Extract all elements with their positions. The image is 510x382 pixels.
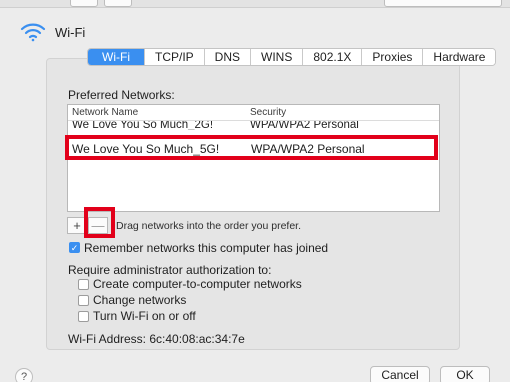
network-security: WPA/WPA2 Personal [250,121,359,130]
help-button[interactable]: ? [15,368,33,382]
toolbar-search[interactable] [384,0,502,7]
create-network-checkbox[interactable] [78,279,89,290]
remember-networks-label[interactable]: Remember networks this computer has join… [84,241,328,255]
network-name: We Love You So Much_2G! [72,121,214,130]
top-toolbar [0,0,510,8]
tab-8021x[interactable]: 802.1X [303,49,363,65]
network-name: We Love You So Much_5G! [72,142,220,156]
page-title: Wi-Fi [55,24,86,40]
create-network-label[interactable]: Create computer-to-computer networks [93,277,302,291]
column-network-name[interactable]: Network Name [72,107,138,118]
wifi-icon [20,23,46,42]
tab-tcpip[interactable]: TCP/IP [144,49,205,65]
tab-proxies[interactable]: Proxies [362,49,424,65]
table-header: Network Name Security [68,105,439,121]
drag-hint-text: Drag networks into the order you prefer. [116,220,302,232]
change-networks-checkbox[interactable] [78,295,89,306]
change-networks-label[interactable]: Change networks [93,293,186,307]
tab-wifi[interactable]: Wi-Fi [88,49,145,65]
network-security: WPA/WPA2 Personal [251,142,365,156]
tab-wins[interactable]: WINS [251,49,304,65]
remember-networks-checkbox[interactable]: ✓ [69,242,80,253]
cancel-button[interactable]: Cancel [370,366,430,382]
wifi-header: Wi-Fi [20,22,85,42]
tab-dns[interactable]: DNS [204,49,251,65]
toolbar-button[interactable] [104,0,132,7]
table-row-selected[interactable]: We Love You So Much_5G! WPA/WPA2 Persona… [65,135,438,160]
wifi-address: Wi-Fi Address: 6c:40:08:ac:34:7e [68,332,245,346]
toolbar-button[interactable] [70,0,98,7]
preferred-networks-label: Preferred Networks: [68,88,175,102]
require-admin-label: Require administrator authorization to: [68,263,272,277]
remove-button-highlight [84,207,115,238]
tab-bar: Wi-Fi TCP/IP DNS WINS 802.1X Proxies Har… [87,48,497,66]
tab-hardware[interactable]: Hardware [423,49,496,65]
toggle-wifi-label[interactable]: Turn Wi-Fi on or off [93,309,196,323]
column-security[interactable]: Security [250,107,286,118]
table-row[interactable]: We Love You So Much_2G! WPA/WPA2 Persona… [68,121,439,130]
toggle-wifi-checkbox[interactable] [78,311,89,322]
ok-button[interactable]: OK [440,366,490,382]
